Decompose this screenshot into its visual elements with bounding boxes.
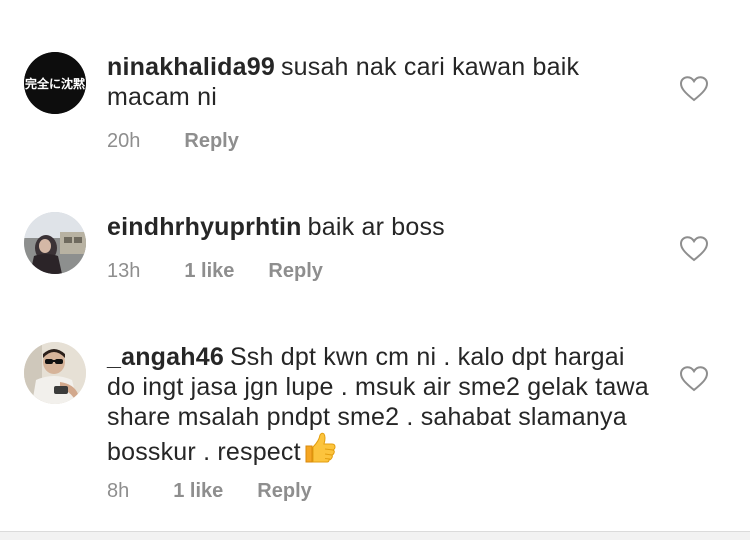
avatar-image: 完全に沈黙 bbox=[24, 52, 86, 114]
heart-outline-icon[interactable] bbox=[680, 366, 708, 392]
avatar-image bbox=[24, 212, 86, 274]
reply-button[interactable]: Reply bbox=[257, 480, 311, 503]
comment-meta: 8h 1 like Reply bbox=[107, 480, 312, 503]
comment-meta: 20h Reply bbox=[107, 130, 239, 153]
comment-likes[interactable]: 1 like bbox=[173, 480, 223, 503]
comment-username[interactable]: eindhrhyuprhtin bbox=[107, 213, 302, 241]
comment-time: 20h bbox=[107, 130, 141, 152]
comment-body: baik ar boss bbox=[307, 213, 445, 241]
comment-likes[interactable]: 1 like bbox=[184, 260, 234, 283]
comment-text-block: eindhrhyuprhtin baik ar boss bbox=[107, 212, 652, 242]
comment-username[interactable]: _angah46 bbox=[107, 343, 224, 371]
comment-text-block: _angah46 Ssh dpt kwn cm ni . kalo dpt har… bbox=[107, 342, 652, 467]
heart-outline-icon[interactable] bbox=[680, 76, 708, 102]
avatar-image bbox=[24, 342, 86, 404]
comment-username[interactable]: ninakhalida99 bbox=[107, 53, 275, 81]
thumbs-up-emoji bbox=[305, 432, 336, 463]
avatar[interactable] bbox=[24, 212, 86, 274]
comment-meta: 13h 1 like Reply bbox=[107, 260, 323, 283]
comment-time: 13h bbox=[107, 260, 141, 282]
comment-text-block: ninakhalida99 susah nak cari kawan baik m… bbox=[107, 52, 652, 112]
avatar[interactable] bbox=[24, 342, 86, 404]
heart-outline-icon[interactable] bbox=[680, 236, 708, 262]
avatar-label: 完全に沈黙 bbox=[25, 76, 86, 91]
comment-time: 8h bbox=[107, 480, 130, 502]
reply-button[interactable]: Reply bbox=[184, 130, 238, 153]
reply-button[interactable]: Reply bbox=[268, 260, 322, 283]
avatar[interactable]: 完全に沈黙 bbox=[24, 52, 86, 114]
